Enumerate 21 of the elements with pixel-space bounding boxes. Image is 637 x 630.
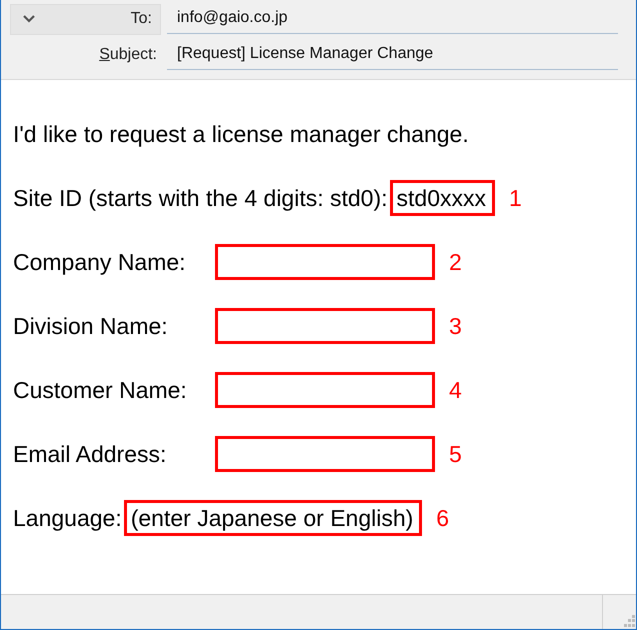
resize-grip-icon[interactable]: [623, 615, 635, 627]
highlight-box: (enter Japanese or English): [124, 500, 422, 536]
field-label: Site ID (starts with the 4 digits: std0):: [13, 184, 388, 212]
field-label: Email Address:: [13, 440, 168, 468]
highlight-box: std0xxxx: [390, 180, 496, 216]
field-label: Division Name:: [13, 312, 169, 340]
field-label: Company Name:: [13, 248, 187, 276]
subject-label: Subject:: [98, 46, 158, 64]
field-label: Customer Name:: [13, 376, 188, 404]
step-number: 3: [449, 312, 462, 340]
to-button[interactable]: To:: [10, 4, 161, 34]
step-number: 5: [449, 440, 462, 468]
subject-field[interactable]: [Request] License Manager Change: [167, 40, 618, 70]
recipient-field[interactable]: info@gaio.co.jp: [167, 4, 618, 34]
field-label: Language:: [13, 504, 122, 532]
step-number: 6: [436, 504, 450, 532]
step-number: 4: [449, 376, 462, 404]
step-number: 1: [509, 184, 522, 212]
step-number: 2: [449, 248, 462, 276]
chevron-down-icon: [23, 15, 35, 23]
intro-text: I'd like to request a license manager change.: [13, 120, 470, 149]
